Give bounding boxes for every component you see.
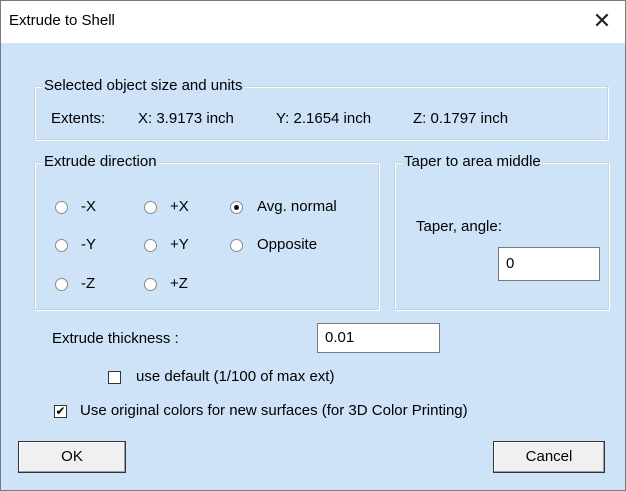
radio-minus-y-button[interactable] [55, 239, 68, 252]
direction-group-legend: Extrude direction [42, 153, 159, 171]
size-group: Selected object size and units Extents: … [34, 77, 608, 140]
use-original-colors-label: Use original colors for new surfaces (fo… [80, 402, 468, 419]
extrude-to-shell-dialog: Extrude to Shell ✕ Selected object size … [0, 0, 626, 491]
radio-plus-z-button[interactable] [144, 278, 157, 291]
size-group-legend: Selected object size and units [42, 77, 245, 95]
radio-opposite-label: Opposite [257, 236, 318, 253]
taper-group-legend: Taper to area middle [402, 153, 543, 171]
x-extent: X: 3.9173 inch [138, 110, 234, 127]
radio-minus-z-label: -Z [81, 275, 96, 292]
window-title: Extrude to Shell [9, 12, 115, 29]
taper-angle-label: Taper, angle: [416, 218, 502, 235]
radio-minus-y-label: -Y [81, 236, 96, 253]
thickness-label: Extrude thickness : [52, 330, 179, 347]
use-original-colors-checkbox-box[interactable]: ✔ [54, 405, 67, 418]
taper-group: Taper to area middle Taper, angle: 0 [394, 153, 609, 310]
direction-group: Extrude direction -X +X Avg. normal -Y +… [34, 153, 379, 310]
taper-angle-input[interactable]: 0 [498, 247, 600, 281]
radio-avg-normal-button[interactable] [230, 201, 243, 214]
cancel-button[interactable]: Cancel [493, 441, 605, 473]
z-extent: Z: 0.1797 inch [413, 110, 509, 127]
radio-minus-x-button[interactable] [55, 201, 68, 214]
ok-button[interactable]: OK [18, 441, 126, 473]
radio-avg-normal-label: Avg. normal [257, 198, 337, 215]
radio-plus-x-button[interactable] [144, 201, 157, 214]
radio-opposite-button[interactable] [230, 239, 243, 252]
radio-plus-y-button[interactable] [144, 239, 157, 252]
title-bar[interactable]: Extrude to Shell ✕ [1, 1, 625, 43]
use-default-checkbox-box[interactable] [108, 371, 121, 384]
radio-minus-x-label: -X [81, 198, 96, 215]
radio-minus-z-button[interactable] [55, 278, 68, 291]
thickness-input[interactable]: 0.01 [317, 323, 440, 353]
use-default-label: use default (1/100 of max ext) [136, 368, 335, 385]
radio-plus-z-label: +Z [170, 275, 188, 292]
radio-plus-x-label: +X [170, 198, 189, 215]
close-icon[interactable]: ✕ [585, 5, 619, 37]
extents-label: Extents: [51, 110, 106, 127]
y-extent: Y: 2.1654 inch [276, 110, 372, 127]
radio-plus-y-label: +Y [170, 236, 189, 253]
